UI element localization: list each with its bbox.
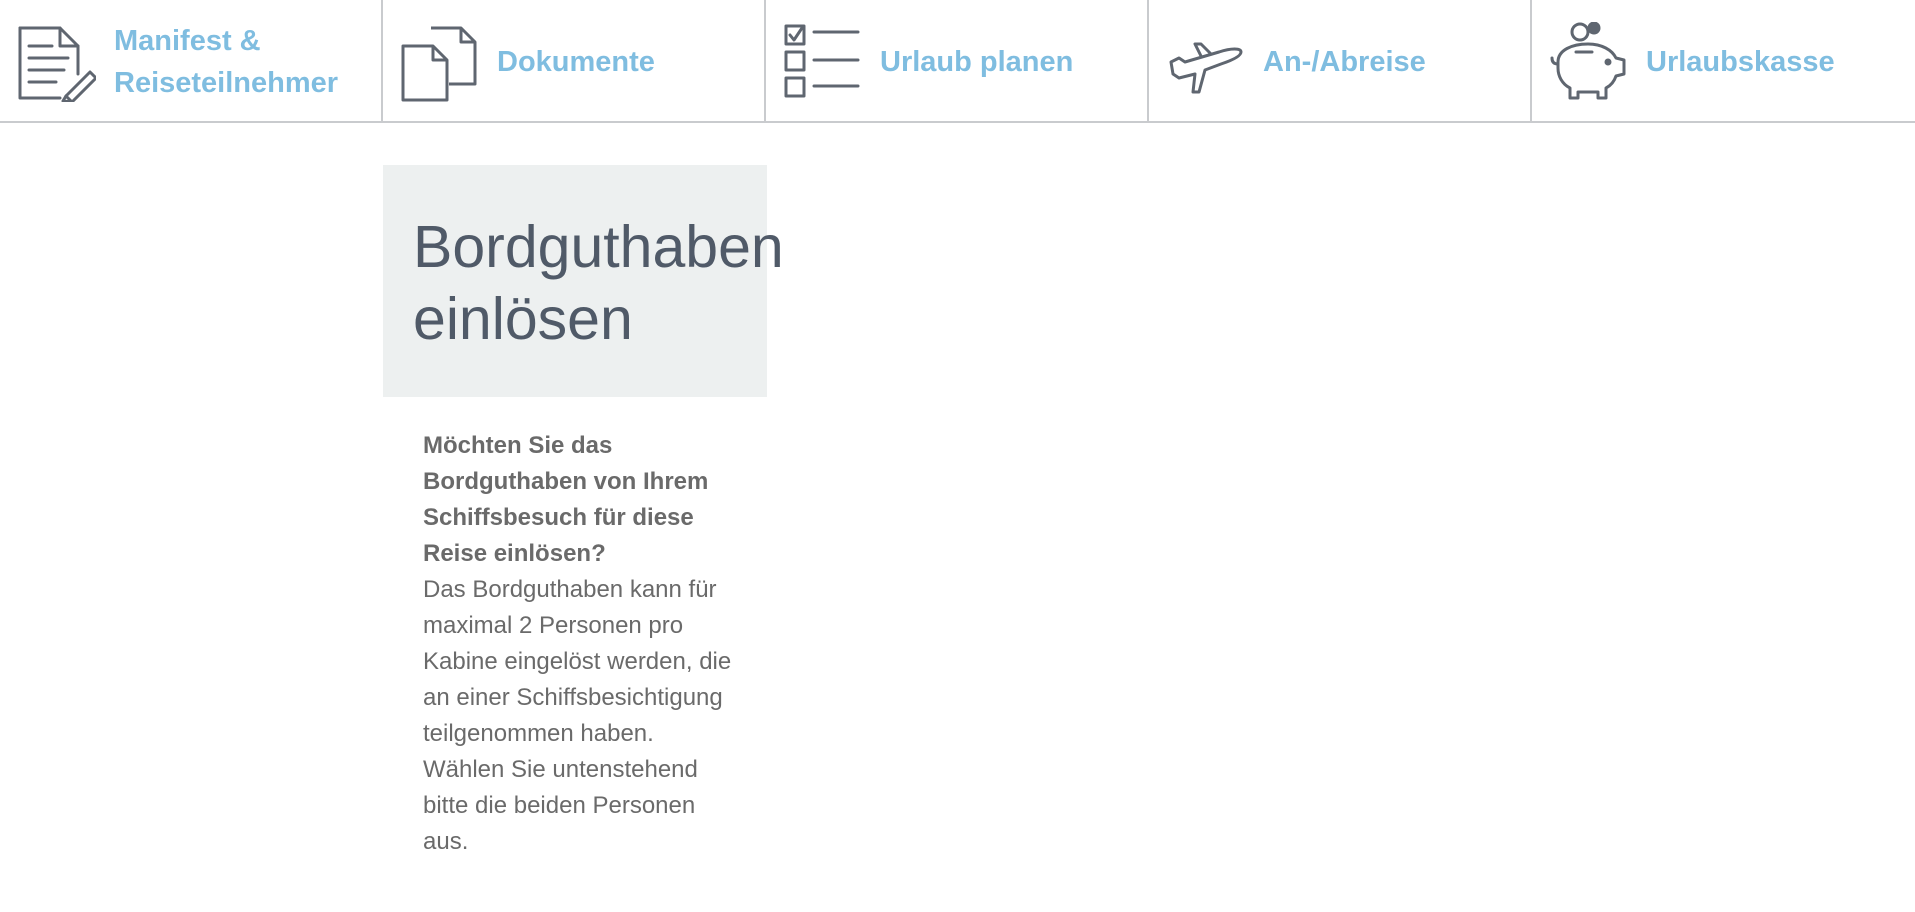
nav-item-documents[interactable]: Dokumente bbox=[383, 0, 766, 123]
nav-item-label: Dokumente bbox=[497, 45, 655, 78]
documents-icon bbox=[399, 22, 479, 102]
intro-question: Möchten Sie das Bordguthaben von Ihrem S… bbox=[423, 432, 709, 567]
nav-item-label: An-/Abreise bbox=[1263, 45, 1426, 78]
airplane-icon bbox=[1165, 22, 1245, 102]
nav-item-travel[interactable]: An-/Abreise bbox=[1149, 0, 1532, 123]
nav-item-manifest[interactable]: Manifest & Reiseteilnehmer bbox=[0, 0, 383, 123]
nav-item-label: Urlaubskasse bbox=[1646, 45, 1835, 78]
nav-item-label: Urlaub planen bbox=[880, 45, 1074, 78]
nav-item-plan-vacation[interactable]: Urlaub planen bbox=[766, 0, 1149, 123]
top-navigation: Manifest & Reiseteilnehmer Dokumente Url… bbox=[0, 0, 1915, 123]
nav-item-label: Manifest & Reiseteilnehmer bbox=[114, 24, 339, 99]
piggy-bank-icon bbox=[1548, 21, 1628, 102]
checklist-icon bbox=[782, 22, 862, 102]
nav-item-vacation-fund[interactable]: Urlaubskasse bbox=[1532, 0, 1915, 123]
intro-description: Das Bordguthaben kann für maximal 2 Pers… bbox=[423, 576, 732, 855]
hero-banner: Bordguthaben einlösen bbox=[383, 165, 784, 397]
page-title: Bordguthaben einlösen bbox=[413, 214, 784, 352]
document-edit-icon bbox=[16, 22, 96, 102]
intro-text: Möchten Sie das Bordguthaben von Ihrem S… bbox=[423, 428, 733, 860]
